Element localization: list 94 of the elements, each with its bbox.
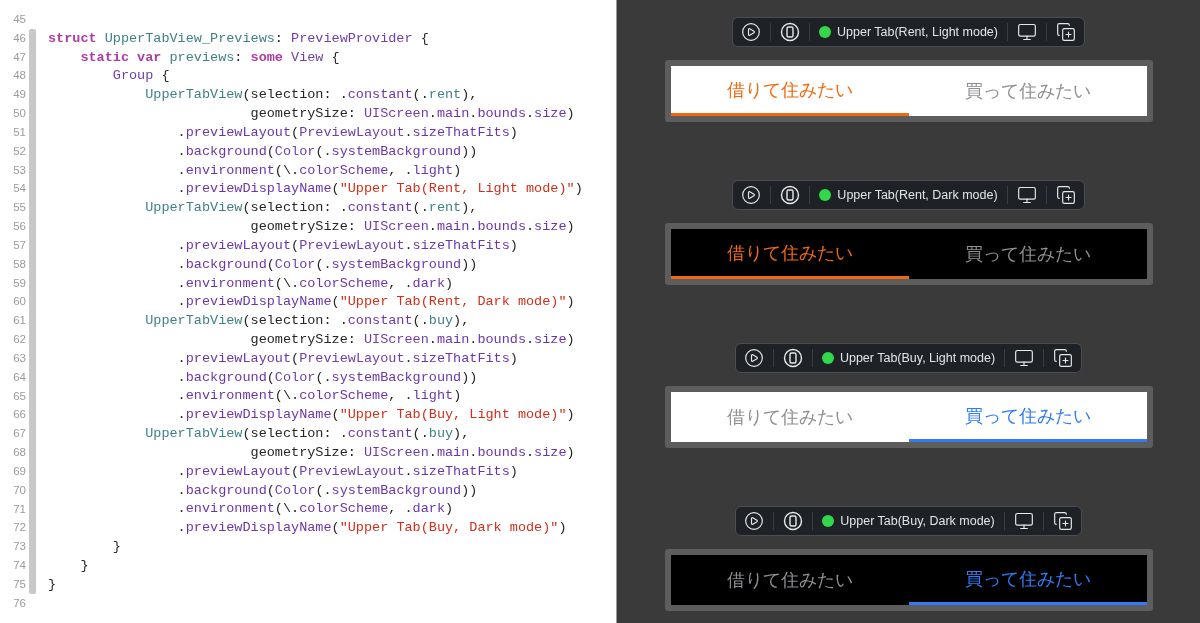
line-number: 49 [12,87,26,103]
line-number: 75 [12,576,26,592]
line-number: 54 [12,181,26,197]
line-number: 67 [12,426,26,442]
monitor-icon[interactable] [1014,348,1035,368]
play-icon[interactable] [741,22,761,42]
status-dot [822,515,835,527]
preview-name: Upper Tab(Buy, Light mode) [839,351,996,365]
monitor-icon[interactable] [1013,511,1034,531]
tab[interactable]: 買って住みたい [908,229,1147,279]
line-number: 53 [12,162,26,178]
line-number: 63 [12,350,26,366]
preview-name: Upper Tab(Rent, Light mode) [837,25,998,39]
line-number: 58 [12,256,26,272]
code-line: .previewLayout(PreviewLayout.sizeThatFits) [176,463,518,479]
line-number: 47 [12,49,26,65]
code-line: geometrySize: UIScreen.main.bounds.size) [249,219,575,234]
tab[interactable]: 借りて住みたい [670,555,909,605]
line-number: 56 [12,219,26,235]
preview-name: Upper Tab(Buy, Dark mode) [840,514,995,528]
line-number: 71 [12,501,26,517]
code-line: struct UpperTabView_Previews: PreviewProvider { [48,30,429,46]
line-number: 57 [12,237,26,253]
device-icon[interactable] [783,511,804,531]
monitor-icon[interactable] [1016,185,1037,205]
line-number: 64 [12,369,26,385]
tab[interactable]: 買って住みたい [908,392,1147,439]
duplicate-icon[interactable] [1055,185,1076,205]
tab[interactable]: 買って住みたい [908,66,1147,116]
code-line: .previewLayout(PreviewLayout.sizeThatFits) [176,350,518,366]
code-line: UpperTabView(selection: .constant(.buy), [144,313,470,329]
play-icon[interactable] [743,348,764,368]
line-number: 55 [12,200,26,216]
line-number: 52 [12,143,26,159]
code-line: .previewDisplayName("Upper Tab(Buy, Light mode)") [176,407,575,423]
status-dot [819,26,831,38]
code-line: .previewDisplayName("Upper Tab(Rent, Light mode)") [176,181,583,197]
tab[interactable]: 借りて住みたい [670,229,909,276]
line-number: 51 [12,124,26,140]
status-dot [819,189,832,201]
code-line: } [111,539,121,555]
code-line: .background(Color(.systemBackground)) [176,369,478,385]
play-icon[interactable] [741,185,762,205]
line-number: 72 [12,520,26,536]
line-number: 60 [12,294,26,310]
tab[interactable]: 借りて住みたい [670,66,909,113]
code-line: geometrySize: UIScreen.main.bounds.size) [249,444,575,460]
line-number: 62 [12,332,26,348]
device-icon[interactable] [782,348,803,368]
monitor-icon[interactable] [1017,22,1037,42]
line-number: 70 [12,482,26,498]
code-line: .previewDisplayName("Upper Tab(Buy, Dark mode)") [176,520,567,536]
code-line: static var previews: some View { [79,49,340,65]
code-line: .background(Color(.systemBackground)) [176,256,478,272]
code-line: UpperTabView(selection: .constant(.rent), [144,200,478,216]
code-line: .previewDisplayName("Upper Tab(Rent, Dark mode)") [176,294,575,310]
code-line: .environment(\.colorScheme, .light) [176,388,462,404]
code-line: .previewLayout(PreviewLayout.sizeThatFits) [176,124,518,140]
duplicate-icon[interactable] [1053,348,1074,368]
device-icon[interactable] [780,185,801,205]
line-number: 68 [12,445,26,461]
code-line: geometrySize: UIScreen.main.bounds.size) [249,106,575,122]
code-line: .environment(\.colorScheme, .dark) [176,501,454,517]
code-line: UpperTabView(selection: .constant(.rent), [144,87,478,103]
line-number: 45 [12,12,26,27]
line-number: 74 [12,558,26,573]
line-number: 69 [12,463,26,479]
line-number: 59 [12,275,26,291]
preview-name: Upper Tab(Rent, Dark mode) [837,188,998,202]
line-number: 65 [12,388,26,404]
device-icon[interactable] [780,22,800,42]
tab[interactable]: 買って住みたい [908,555,1147,602]
code-line: Group { [111,68,170,84]
line-number: 48 [12,68,26,84]
code-line: geometrySize: UIScreen.main.bounds.size) [249,332,575,347]
code-line: .background(Color(.systemBackground)) [176,143,478,159]
line-number: 50 [12,106,26,122]
line-number: 76 [12,595,26,611]
line-number: 61 [12,313,26,329]
code-line: .environment(\.colorScheme, .dark) [176,275,454,291]
duplicate-icon[interactable] [1052,511,1073,531]
code-line: } [79,557,89,573]
line-number: 66 [12,407,26,423]
line-number: 73 [12,539,26,555]
play-icon[interactable] [744,511,765,531]
code-line: } [48,576,57,592]
code-line: .previewLayout(PreviewLayout.sizeThatFits) [176,237,518,253]
code-line: .environment(\.colorScheme, .light) [176,162,462,178]
status-dot [821,352,834,364]
code-line: .background(Color(.systemBackground)) [176,482,478,498]
line-number: 46 [12,30,26,46]
duplicate-icon[interactable] [1056,22,1076,42]
tab[interactable]: 借りて住みたい [670,392,909,442]
code-line: UpperTabView(selection: .constant(.buy), [144,426,470,442]
